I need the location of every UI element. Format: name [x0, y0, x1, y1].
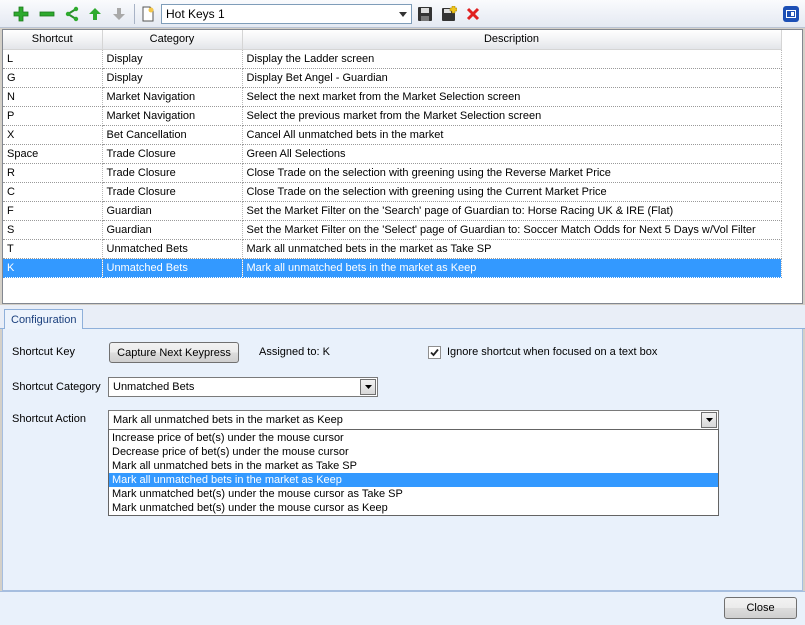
column-header-category[interactable]: Category [102, 30, 243, 50]
cell-shortcut: F [3, 201, 103, 221]
table-row[interactable]: N Market Navigation Select the next market… [3, 87, 782, 107]
cell-description: Mark all unmatched bets in the market as… [242, 239, 782, 259]
hotkeys-grid: Shortcut Category Description L Display Di… [2, 29, 803, 304]
cell-shortcut: N [3, 87, 103, 107]
cell-description: Close Trade on the selection with greeni… [242, 182, 782, 202]
dropdown-option[interactable]: Mark unmatched bet(s) under the mouse cu… [109, 487, 718, 501]
shortcut-category-select[interactable]: Unmatched Bets [108, 377, 378, 397]
cell-shortcut: R [3, 163, 103, 183]
cell-description: Green All Selections [242, 144, 782, 164]
cell-category: Guardian [102, 220, 243, 240]
cell-shortcut: X [3, 125, 103, 145]
cell-category: Unmatched Bets [102, 258, 243, 278]
new-file-icon[interactable] [139, 5, 157, 23]
delete-icon[interactable] [464, 5, 482, 23]
cell-shortcut: S [3, 220, 103, 240]
dropdown-option[interactable]: Mark unmatched bet(s) under the mouse cu… [109, 501, 718, 515]
column-header-description[interactable]: Description [242, 30, 782, 50]
shortcut-action-dropdown: Increase price of bet(s) under the mouse… [108, 429, 719, 516]
dock-icon[interactable] [783, 6, 799, 22]
cell-category: Display [102, 68, 243, 88]
cell-description: Select the previous market from the Mark… [242, 106, 782, 126]
table-row[interactable]: F Guardian Set the Market Filter on the 'S… [3, 201, 782, 221]
tab-strip: Configuration [0, 305, 805, 330]
cell-shortcut: T [3, 239, 103, 259]
footer-bar [0, 591, 805, 625]
table-row[interactable]: S Guardian Set the Market Filter on the 'S… [3, 220, 782, 240]
cell-description: Mark all unmatched bets in the market as… [242, 258, 782, 278]
cell-category: Market Navigation [102, 106, 243, 126]
cell-category: Bet Cancellation [102, 125, 243, 145]
table-row[interactable]: Space Trade Closure Green All Selections [3, 144, 782, 164]
dropdown-option[interactable]: Mark all unmatched bets in the market as… [109, 473, 718, 487]
hotkeys-table: Shortcut Category Description L Display Di… [3, 30, 782, 278]
shortcut-action-value: Mark all unmatched bets in the market as… [113, 414, 343, 426]
close-button[interactable]: Close [724, 597, 797, 619]
chevron-down-icon[interactable] [396, 6, 410, 22]
cell-description: Display the Ladder screen [242, 49, 782, 69]
chevron-down-icon[interactable] [360, 379, 376, 395]
table-row[interactable]: G Display Display Bet Angel - Guardian [3, 68, 782, 88]
cell-description: Display Bet Angel - Guardian [242, 68, 782, 88]
cell-shortcut: P [3, 106, 103, 126]
dropdown-option[interactable]: Decrease price of bet(s) under the mouse… [109, 445, 718, 459]
cell-category: Trade Closure [102, 144, 243, 164]
ignore-shortcut-checkbox[interactable] [428, 346, 441, 359]
save-icon[interactable] [416, 5, 434, 23]
preset-select[interactable]: Hot Keys 1 [161, 4, 412, 24]
shortcut-action-select[interactable]: Mark all unmatched bets in the market as… [108, 410, 719, 430]
share-icon[interactable] [63, 5, 81, 23]
table-row[interactable]: P Market Navigation Select the previous ma… [3, 106, 782, 126]
header-row: Shortcut Category Description [3, 30, 782, 50]
table-row[interactable]: L Display Display the Ladder screen [3, 49, 782, 69]
shortcut-category-label: Shortcut Category [12, 381, 101, 393]
ignore-shortcut-label: Ignore shortcut when focused on a text b… [447, 346, 658, 358]
preset-select-value: Hot Keys 1 [166, 7, 225, 21]
cell-description: Set the Market Filter on the 'Search' pa… [242, 201, 782, 221]
shortcut-category-value: Unmatched Bets [113, 381, 195, 393]
cell-category: Market Navigation [102, 87, 243, 107]
table-row[interactable]: C Trade Closure Close Trade on the selecti… [3, 182, 782, 202]
table-row[interactable]: X Bet Cancellation Cancel All unmatched be… [3, 125, 782, 145]
move-down-icon [110, 5, 128, 23]
cell-category: Unmatched Bets [102, 239, 243, 259]
cell-description: Select the next market from the Market S… [242, 87, 782, 107]
move-up-icon[interactable] [86, 5, 104, 23]
cell-shortcut: Space [3, 144, 103, 164]
dropdown-option[interactable]: Increase price of bet(s) under the mouse… [109, 431, 718, 445]
toolbar: Hot Keys 1 [0, 0, 805, 28]
cell-shortcut: G [3, 68, 103, 88]
toolbar-separator [134, 4, 135, 24]
cell-description: Cancel All unmatched bets in the market [242, 125, 782, 145]
cell-shortcut: K [3, 258, 103, 278]
tab-configuration[interactable]: Configuration [4, 309, 84, 330]
cell-shortcut: C [3, 182, 103, 202]
dropdown-option[interactable]: Mark all unmatched bets in the market as… [109, 459, 718, 473]
remove-icon[interactable] [38, 5, 56, 23]
capture-keypress-button[interactable]: Capture Next Keypress [109, 342, 239, 363]
table-row[interactable]: K Unmatched Bets Mark all unmatched bets i… [3, 258, 782, 278]
shortcut-key-label: Shortcut Key [12, 346, 75, 358]
column-header-shortcut[interactable]: Shortcut [3, 30, 103, 50]
cell-shortcut: L [3, 49, 103, 69]
cell-category: Display [102, 49, 243, 69]
chevron-down-icon[interactable] [701, 412, 717, 428]
cell-description: Close Trade on the selection with greeni… [242, 163, 782, 183]
cell-category: Guardian [102, 201, 243, 221]
table-row[interactable]: R Trade Closure Close Trade on the selecti… [3, 163, 782, 183]
cell-category: Trade Closure [102, 163, 243, 183]
assigned-to-text: Assigned to: K [259, 346, 330, 358]
add-icon[interactable] [12, 5, 30, 23]
table-row[interactable]: T Unmatched Bets Mark all unmatched bets i… [3, 239, 782, 259]
save-as-icon[interactable] [440, 5, 458, 23]
cell-description: Set the Market Filter on the 'Select' pa… [242, 220, 782, 240]
cell-category: Trade Closure [102, 182, 243, 202]
shortcut-action-label: Shortcut Action [12, 413, 86, 425]
checkmark-icon [430, 348, 439, 357]
